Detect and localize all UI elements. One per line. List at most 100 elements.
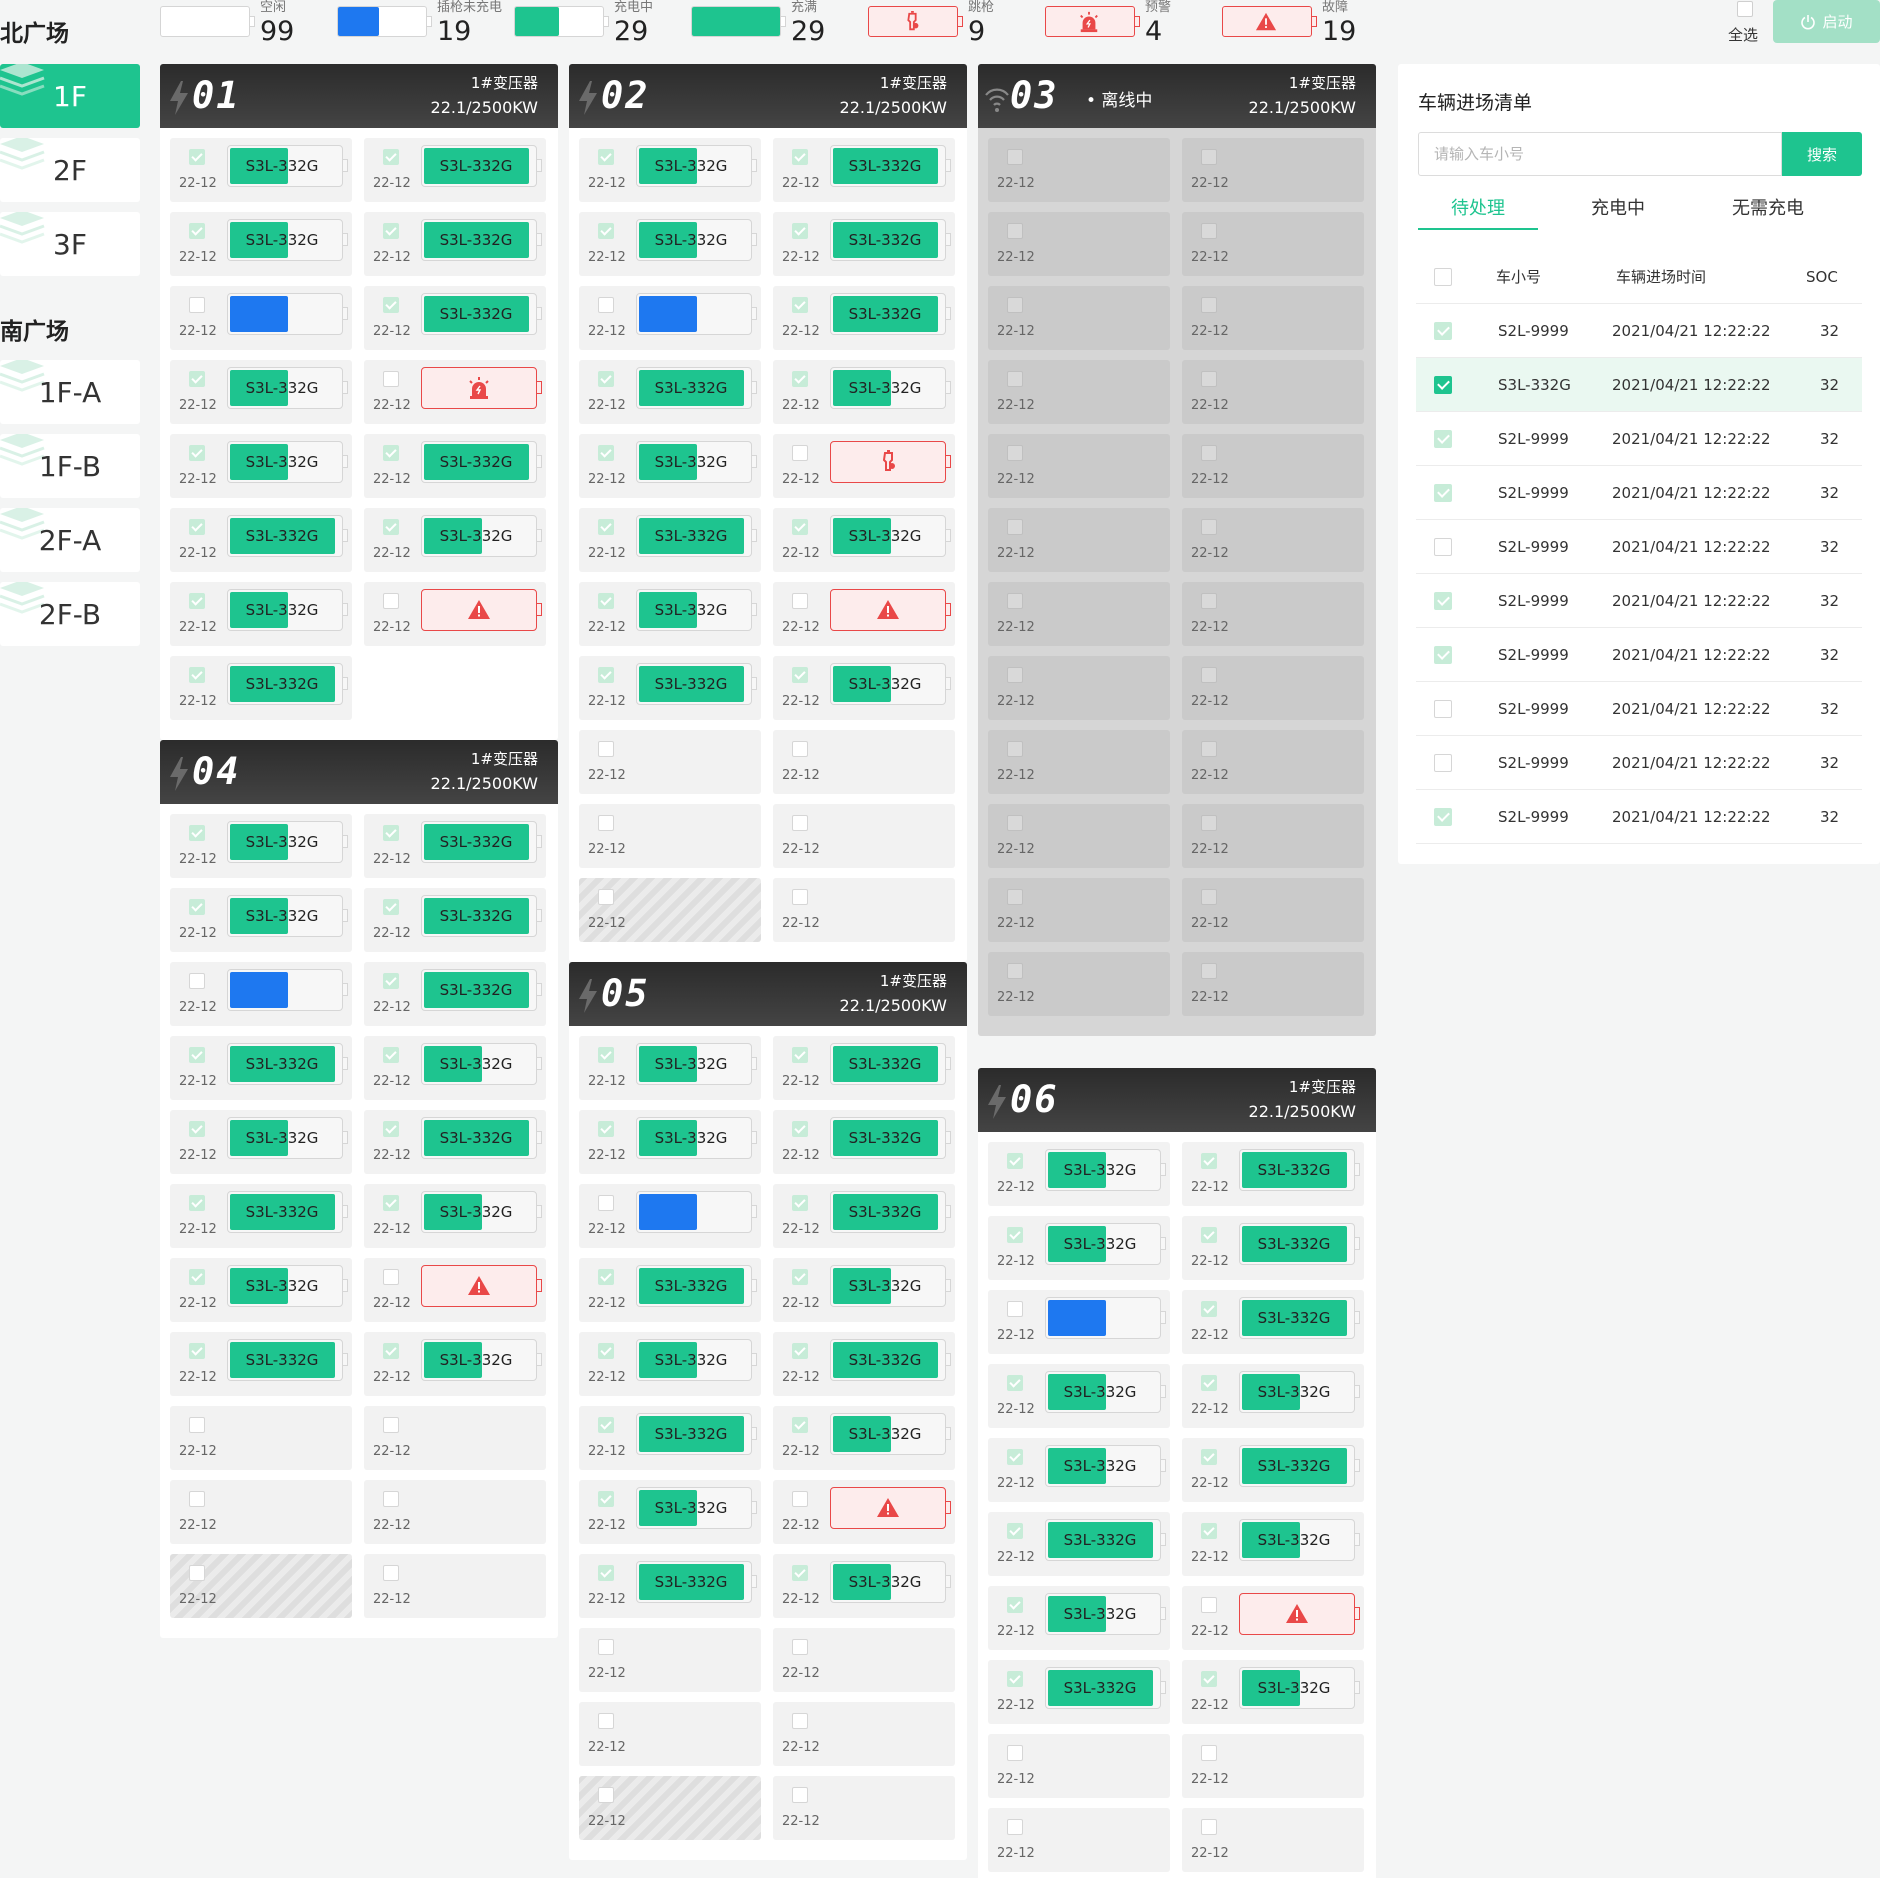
slot-checkbox[interactable]: [1007, 1671, 1023, 1687]
slot-checkbox[interactable]: [598, 223, 614, 239]
nav-floor-2f-b[interactable]: 2F-B: [0, 582, 140, 646]
charger-slot[interactable]: 22-12 S3L-332G: [773, 360, 955, 424]
charger-slot[interactable]: 22-12 S3L-332G: [579, 1406, 761, 1470]
slot-checkbox[interactable]: [1201, 1819, 1217, 1835]
slot-checkbox[interactable]: [598, 1639, 614, 1655]
slot-checkbox[interactable]: [792, 1565, 808, 1581]
start-button[interactable]: 启动: [1773, 0, 1880, 43]
slot-checkbox[interactable]: [1201, 223, 1217, 239]
slot-checkbox[interactable]: [383, 297, 399, 313]
slot-checkbox[interactable]: [1007, 889, 1023, 905]
charger-slot[interactable]: 22-12: [1182, 878, 1364, 942]
row-checkbox[interactable]: [1434, 430, 1452, 448]
charger-slot[interactable]: 22-12: [1182, 1734, 1364, 1798]
slot-checkbox[interactable]: [189, 1047, 205, 1063]
charger-slot[interactable]: 22-12: [579, 878, 761, 942]
charger-slot[interactable]: 22-12: [988, 360, 1170, 424]
charger-slot[interactable]: 22-12 S3L-332G: [170, 138, 352, 202]
charger-slot[interactable]: 22-12: [170, 1554, 352, 1618]
slot-checkbox[interactable]: [1201, 963, 1217, 979]
slot-checkbox[interactable]: [383, 1121, 399, 1137]
slot-checkbox[interactable]: [189, 899, 205, 915]
nav-floor-3f[interactable]: 3F: [0, 212, 140, 276]
charger-slot[interactable]: 22-12: [773, 1628, 955, 1692]
slot-checkbox[interactable]: [1201, 1301, 1217, 1317]
row-checkbox[interactable]: [1434, 808, 1452, 826]
charger-slot[interactable]: 22-12: [364, 1554, 546, 1618]
slot-checkbox[interactable]: [1201, 1597, 1217, 1613]
search-button[interactable]: 搜索: [1782, 132, 1862, 176]
charger-slot[interactable]: 22-12 S3L-332G: [1182, 1438, 1364, 1502]
slot-checkbox[interactable]: [1201, 1449, 1217, 1465]
slot-checkbox[interactable]: [1201, 1671, 1217, 1687]
charger-slot[interactable]: 22-12 S3L-332G: [579, 1258, 761, 1322]
charger-slot[interactable]: 22-12 S3L-332G: [579, 1036, 761, 1100]
slot-checkbox[interactable]: [792, 1343, 808, 1359]
charger-slot[interactable]: 22-12: [170, 1480, 352, 1544]
slot-checkbox[interactable]: [792, 1269, 808, 1285]
charger-slot[interactable]: 22-12: [988, 804, 1170, 868]
charger-slot[interactable]: 22-12: [1182, 212, 1364, 276]
nav-floor-1f-b[interactable]: 1F-B: [0, 434, 140, 498]
slot-checkbox[interactable]: [1007, 1227, 1023, 1243]
charger-slot[interactable]: 22-12: [579, 730, 761, 794]
slot-checkbox[interactable]: [1007, 149, 1023, 165]
table-row[interactable]: S2L-9999 2021/04/21 12:22:22 32: [1416, 412, 1862, 466]
charger-slot[interactable]: 22-12: [579, 1628, 761, 1692]
slot-checkbox[interactable]: [383, 445, 399, 461]
table-row[interactable]: S2L-9999 2021/04/21 12:22:22 32: [1416, 682, 1862, 736]
slot-checkbox[interactable]: [792, 371, 808, 387]
charger-slot[interactable]: 22-12: [579, 804, 761, 868]
charger-slot[interactable]: 22-12: [1182, 804, 1364, 868]
charger-slot[interactable]: 22-12 S3L-332G: [364, 286, 546, 350]
charger-slot[interactable]: 22-12: [988, 138, 1170, 202]
charger-slot[interactable]: 22-12: [1182, 286, 1364, 350]
slot-checkbox[interactable]: [189, 1343, 205, 1359]
charger-slot[interactable]: 22-12 S3L-332G: [1182, 1216, 1364, 1280]
charger-slot[interactable]: 22-12 S3L-332G: [1182, 1660, 1364, 1724]
slot-checkbox[interactable]: [1007, 815, 1023, 831]
charger-slot[interactable]: 22-12 S3L-332G: [988, 1660, 1170, 1724]
slot-checkbox[interactable]: [1007, 223, 1023, 239]
slot-checkbox[interactable]: [383, 1047, 399, 1063]
slot-checkbox[interactable]: [598, 371, 614, 387]
charger-slot[interactable]: 22-12: [579, 1702, 761, 1766]
charger-slot[interactable]: 22-12: [773, 804, 955, 868]
slot-checkbox[interactable]: [383, 825, 399, 841]
charger-slot[interactable]: 22-12: [988, 212, 1170, 276]
charger-slot[interactable]: 22-12: [1182, 434, 1364, 498]
charger-slot[interactable]: 22-12 S3L-332G: [579, 508, 761, 572]
charger-slot[interactable]: 22-12: [988, 286, 1170, 350]
slot-checkbox[interactable]: [189, 825, 205, 841]
charger-slot[interactable]: 22-12: [988, 508, 1170, 572]
table-row[interactable]: S3L-332G 2021/04/21 12:22:22 32: [1416, 358, 1862, 412]
slot-checkbox[interactable]: [1201, 1375, 1217, 1391]
charger-slot[interactable]: 22-12: [988, 1734, 1170, 1798]
charger-slot[interactable]: 22-12: [1182, 952, 1364, 1016]
slot-checkbox[interactable]: [792, 1121, 808, 1137]
slot-checkbox[interactable]: [1201, 667, 1217, 683]
charger-slot[interactable]: 22-12: [170, 1406, 352, 1470]
table-row[interactable]: S2L-9999 2021/04/21 12:22:22 32: [1416, 574, 1862, 628]
slot-checkbox[interactable]: [792, 889, 808, 905]
slot-checkbox[interactable]: [598, 519, 614, 535]
slot-checkbox[interactable]: [598, 149, 614, 165]
row-checkbox[interactable]: [1434, 700, 1452, 718]
slot-checkbox[interactable]: [792, 1639, 808, 1655]
tab-2[interactable]: 无需充电: [1698, 194, 1838, 230]
slot-checkbox[interactable]: [383, 1565, 399, 1581]
charger-slot[interactable]: 22-12: [1182, 1586, 1364, 1650]
charger-slot[interactable]: 22-12 S3L-332G: [170, 434, 352, 498]
charger-slot[interactable]: 22-12: [773, 1776, 955, 1840]
charger-slot[interactable]: 22-12 S3L-332G: [773, 212, 955, 276]
table-row[interactable]: S2L-9999 2021/04/21 12:22:22 32: [1416, 736, 1862, 790]
charger-slot[interactable]: 22-12 S3L-332G: [364, 1332, 546, 1396]
slot-checkbox[interactable]: [383, 899, 399, 915]
charger-slot[interactable]: 22-12 S3L-332G: [773, 1184, 955, 1248]
slot-checkbox[interactable]: [598, 1269, 614, 1285]
charger-slot[interactable]: 22-12 S3L-332G: [579, 656, 761, 720]
slot-checkbox[interactable]: [189, 973, 205, 989]
slot-checkbox[interactable]: [598, 889, 614, 905]
slot-checkbox[interactable]: [792, 445, 808, 461]
charger-slot[interactable]: 22-12 S3L-332G: [170, 1036, 352, 1100]
